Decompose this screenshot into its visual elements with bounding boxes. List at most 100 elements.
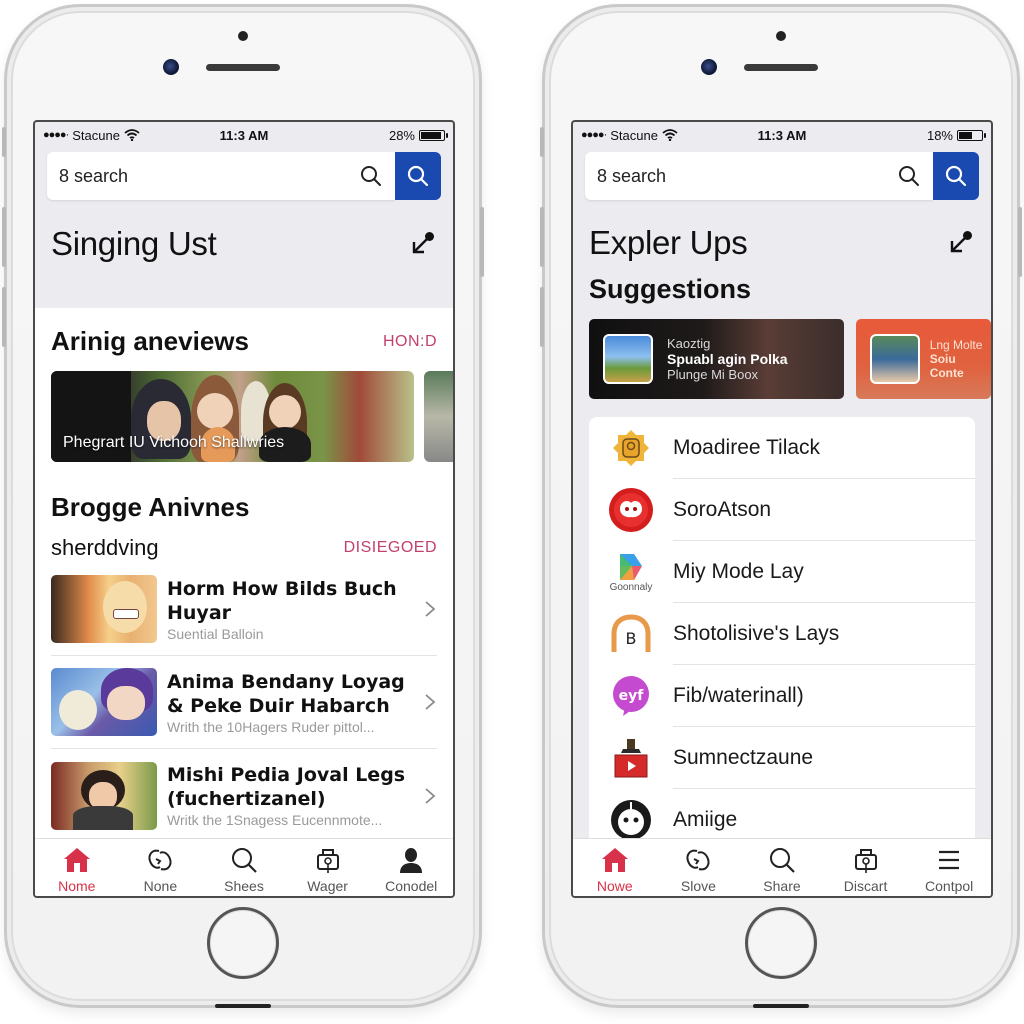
app-row[interactable]: SoroAtson xyxy=(589,479,975,541)
tab-label: Nowe xyxy=(596,878,633,894)
search-button[interactable] xyxy=(933,152,979,200)
home-button[interactable] xyxy=(745,907,817,979)
app-thumbnail xyxy=(603,334,653,384)
hero-caption: Phegrart IU Vichooh Shallwries xyxy=(63,434,285,451)
power-button xyxy=(480,207,484,277)
app-name: Fib/waterinall) xyxy=(673,665,975,727)
suggestions-carousel[interactable]: Kaoztig Spuabl agin Polka Plunge Mi Boox… xyxy=(573,319,991,399)
mute-switch xyxy=(2,127,6,157)
home-icon xyxy=(601,848,628,872)
search-input-value: 8 search xyxy=(597,165,667,186)
chevron-right-icon xyxy=(425,694,436,710)
item-title: Mishi Pedia Joval Legs (fuchertizanel) xyxy=(167,764,406,810)
featured-header: Arinig aneviews HON:D xyxy=(35,326,453,357)
page-header: Singing Ust xyxy=(35,200,453,288)
tab-wager[interactable]: Wager xyxy=(286,839,370,896)
red-circle-app-icon xyxy=(609,488,653,532)
hero-card[interactable]: Phegrart IU Vichooh Shallwries xyxy=(51,371,414,462)
item-subtitle: Suential Balloin xyxy=(167,625,264,642)
app-row[interactable]: Moadiree Tilack xyxy=(589,417,975,479)
tab-label: Conodel xyxy=(385,878,438,894)
tab-slove[interactable]: Slove xyxy=(657,839,741,896)
item-title: Horm How Bilds Buch Huyar xyxy=(167,577,397,624)
play-store-icon xyxy=(620,553,642,580)
screen-right: ●●●●· Stacune 11:3 AM 18% 8 search Exple… xyxy=(571,120,993,898)
anime-list: Horm How Bilds Buch Huyar Suential Ballo… xyxy=(35,563,453,842)
card-title: Spuabl agin Polka xyxy=(667,351,788,367)
app-thumbnail xyxy=(869,334,920,384)
battery-percent: 18% xyxy=(926,127,953,143)
lightning-port xyxy=(753,1004,809,1008)
list-item[interactable]: Anima Bendany Loyag & Peke Duir Habarch … xyxy=(51,656,437,749)
tab-bar: Nowe Slove Share Discart Contpol xyxy=(573,838,991,896)
section-title: Suggestions xyxy=(589,274,752,304)
tab-shees[interactable]: Shees xyxy=(202,839,286,896)
menu-icon xyxy=(939,850,960,870)
volume-up-button xyxy=(2,207,6,267)
tab-label: Nome xyxy=(58,878,96,894)
section-link[interactable]: HON:D xyxy=(383,333,437,351)
power-button xyxy=(1018,207,1022,277)
tab-home[interactable]: Nome xyxy=(35,839,119,896)
app-row[interactable]: eyf Fib/waterinall) xyxy=(589,665,975,727)
status-time: 11:3 AM xyxy=(757,127,807,143)
proximity-sensor xyxy=(776,31,786,41)
tab-label: Contpol xyxy=(925,878,974,894)
chat-bubble-icon: eyf xyxy=(613,676,649,716)
search-button[interactable] xyxy=(395,152,441,200)
proximity-sensor xyxy=(238,31,248,41)
card-kicker: Lng Molte xyxy=(929,338,983,352)
app-list: Moadiree Tilack SoroAtson Goonnaly Miy M… xyxy=(589,417,975,851)
app-name: SoroAtson xyxy=(673,479,975,541)
section-title: Arinig aneviews xyxy=(51,326,249,356)
tab-home[interactable]: Nowe xyxy=(573,839,657,896)
search-icon xyxy=(361,166,381,186)
page-title: Singing Ust xyxy=(51,225,217,262)
section-link[interactable]: DISIEGOED xyxy=(344,539,437,557)
hero-card-next[interactable] xyxy=(423,371,453,462)
status-bar: ●●●●· Stacune 11:3 AM 28% xyxy=(35,122,453,148)
app-name: Moadiree Tilack xyxy=(673,417,975,479)
chat-bubble-text: eyf xyxy=(619,688,645,704)
tab-label: Share xyxy=(763,878,801,894)
app-row[interactable]: Goonnaly Miy Mode Lay xyxy=(589,541,975,603)
tab-share[interactable]: Share xyxy=(740,839,824,896)
search-icon xyxy=(899,166,919,186)
suggestions-header: Suggestions xyxy=(573,274,991,305)
arch-icon: B xyxy=(611,614,651,652)
section2-header: Brogge Anivnes xyxy=(35,492,453,523)
hero-carousel[interactable]: Phegrart IU Vichooh Shallwries xyxy=(35,371,453,462)
suggestion-card[interactable]: Kaoztig Spuabl agin Polka Plunge Mi Boox xyxy=(589,319,844,399)
volume-down-button xyxy=(2,287,6,347)
tab-discart[interactable]: Discart xyxy=(824,839,908,896)
badge-icon xyxy=(613,430,649,466)
list-item[interactable]: Horm How Bilds Buch Huyar Suential Ballo… xyxy=(51,563,437,656)
app-row[interactable]: Sumnectzaune xyxy=(589,727,975,789)
loop-icon xyxy=(686,849,710,871)
tab-contpol[interactable]: Contpol xyxy=(907,839,991,896)
home-button[interactable] xyxy=(207,907,279,979)
expand-arrow-icon[interactable] xyxy=(407,229,437,259)
section-title: Brogge Anivnes xyxy=(51,492,250,522)
suggestion-card[interactable]: Lng Molte Soiu Conte xyxy=(855,319,991,399)
item-subtitle: Writk the 1Snagess Eucennmote... xyxy=(167,812,383,828)
card-title: Soiu Conte xyxy=(929,352,964,380)
tab-label: Slove xyxy=(680,878,716,894)
expand-arrow-icon[interactable] xyxy=(945,228,975,258)
tab-conodel[interactable]: Conodel xyxy=(369,839,453,896)
app-row[interactable]: B Shotolisive's Lays xyxy=(589,603,975,665)
content: Arinig aneviews HON:D Phegrart IU Vichoo… xyxy=(35,308,453,838)
app-name: Miy Mode Lay xyxy=(673,541,975,603)
app-name: Sumnectzaune xyxy=(673,727,975,789)
section2-subheader: sherddving DISIEGOED xyxy=(35,535,453,561)
carrier-name: Stacune xyxy=(610,127,658,143)
list-item[interactable]: Mishi Pedia Joval Legs (fuchertizanel) W… xyxy=(51,749,437,842)
tab-label: Discart xyxy=(843,878,888,894)
search-input[interactable]: 8 search xyxy=(47,152,395,200)
tab-none[interactable]: None xyxy=(119,839,203,896)
person-icon xyxy=(400,848,423,873)
chevron-right-icon xyxy=(425,787,436,804)
search-icon xyxy=(945,165,967,187)
earpiece-speaker xyxy=(744,64,818,71)
search-input[interactable]: 8 search xyxy=(585,152,933,200)
